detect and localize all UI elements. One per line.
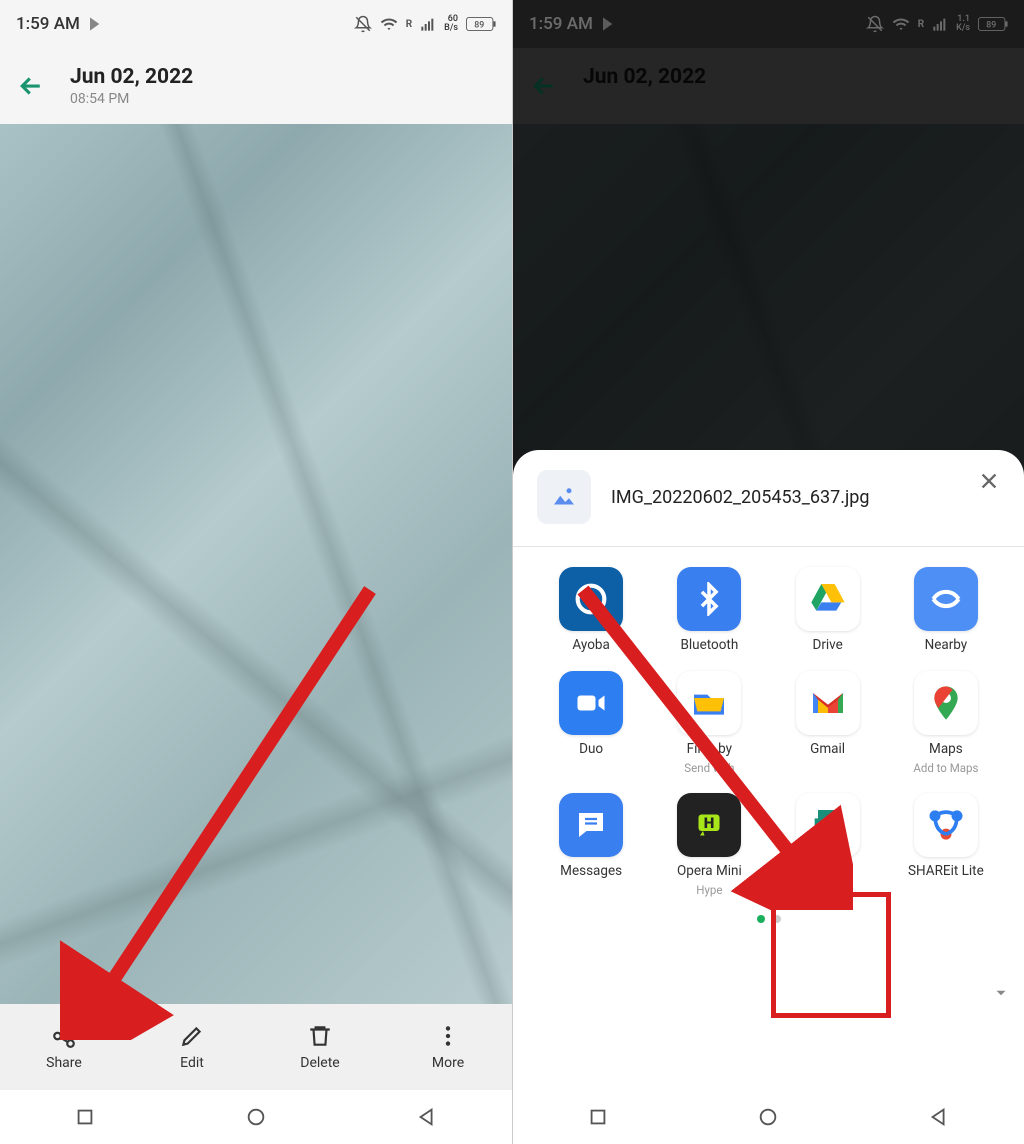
app-header: Jun 02, 2022 08:54 PM <box>0 48 512 124</box>
share-label: Share <box>46 1055 82 1071</box>
android-navbar <box>513 1090 1024 1144</box>
delete-label: Delete <box>300 1055 339 1071</box>
share-app-opera-mini[interactable]: H Opera Mini Hype <box>655 793 763 897</box>
android-navbar <box>0 1090 512 1144</box>
nav-recents-icon[interactable] <box>587 1106 609 1128</box>
share-button[interactable]: Share <box>0 1004 128 1090</box>
share-app-ayoba[interactable]: Ayoba <box>537 567 645 653</box>
wifi-icon <box>380 15 398 33</box>
nav-back-icon[interactable] <box>928 1106 950 1128</box>
close-icon[interactable] <box>978 470 1000 492</box>
file-thumbnail <box>537 470 591 524</box>
nav-home-icon[interactable] <box>245 1106 267 1128</box>
edit-icon <box>179 1023 205 1049</box>
delete-button[interactable]: Delete <box>256 1004 384 1090</box>
nav-home-icon[interactable] <box>757 1106 779 1128</box>
status-bar: 1:59 AM R 60B/s 89 <box>0 0 512 48</box>
edit-label: Edit <box>180 1055 204 1071</box>
share-app-shareit-lite[interactable]: SHAREit Lite <box>892 793 1000 897</box>
right-screenshot: 1:59 AM R 1.1K/s 89 Jun 02, 2022 08:54 P… <box>512 0 1024 1144</box>
photo-content[interactable] <box>0 124 512 1144</box>
svg-text:89: 89 <box>474 21 484 31</box>
share-filename: IMG_20220602_205453_637.jpg <box>611 487 869 508</box>
left-screenshot: 1:59 AM R 60B/s 89 Jun 02, 2022 08:54 PM… <box>0 0 512 1144</box>
opera-mini-icon: H <box>691 807 727 843</box>
bottom-toolbar: Share Edit Delete More <box>0 1004 512 1090</box>
more-icon <box>435 1023 461 1049</box>
share-app-drive[interactable]: Drive <box>774 567 882 653</box>
play-store-icon <box>88 16 104 32</box>
gmail-icon <box>808 683 848 723</box>
print-icon <box>808 805 848 845</box>
edit-button[interactable]: Edit <box>128 1004 256 1090</box>
bluetooth-icon <box>692 582 726 616</box>
expand-caret-icon[interactable] <box>992 984 1010 1002</box>
share-app-bluetooth[interactable]: Bluetooth <box>655 567 763 653</box>
share-app-maps[interactable]: Maps Add to Maps <box>892 671 1000 775</box>
duo-icon <box>573 685 609 721</box>
pager-dot-active <box>757 915 765 923</box>
divider <box>513 546 1024 547</box>
header-time: 08:54 PM <box>70 91 193 107</box>
pager-dot <box>773 915 781 923</box>
nav-back-icon[interactable] <box>416 1106 438 1128</box>
share-app-gmail[interactable]: Gmail <box>774 671 882 775</box>
image-icon <box>549 482 579 512</box>
page-indicator <box>537 915 1000 923</box>
share-app-duo[interactable]: Duo <box>537 671 645 775</box>
more-button[interactable]: More <box>384 1004 512 1090</box>
nav-recents-icon[interactable] <box>74 1106 96 1128</box>
ayoba-icon <box>571 579 611 619</box>
shareit-icon <box>924 803 968 847</box>
files-icon <box>689 683 729 723</box>
share-app-messages[interactable]: Messages <box>537 793 645 897</box>
share-app-print[interactable]: Print <box>774 793 882 897</box>
messages-icon <box>573 807 609 843</box>
svg-text:H: H <box>704 814 715 832</box>
header-date: Jun 02, 2022 <box>70 65 193 89</box>
net-speed: 60B/s <box>444 15 458 33</box>
share-icon <box>51 1023 77 1049</box>
delete-icon <box>307 1023 333 1049</box>
battery-icon: 89 <box>466 16 496 32</box>
status-time: 1:59 AM <box>16 14 80 34</box>
share-app-nearby[interactable]: Nearby <box>892 567 1000 653</box>
share-file-row: IMG_20220602_205453_637.jpg <box>537 470 1000 524</box>
share-sheet: IMG_20220602_205453_637.jpg Ayoba Blueto… <box>513 450 1024 1090</box>
bell-off-icon <box>354 15 372 33</box>
back-arrow-icon[interactable] <box>16 71 46 101</box>
maps-icon <box>926 683 966 723</box>
drive-icon <box>808 579 848 619</box>
share-app-files[interactable]: Files by Send with <box>655 671 763 775</box>
signal-icon <box>420 16 436 32</box>
nearby-icon <box>927 580 965 618</box>
more-label: More <box>432 1055 464 1071</box>
share-app-grid: Ayoba Bluetooth Drive Nearby Duo Files <box>537 567 1000 897</box>
roaming-indicator: R <box>406 19 412 30</box>
